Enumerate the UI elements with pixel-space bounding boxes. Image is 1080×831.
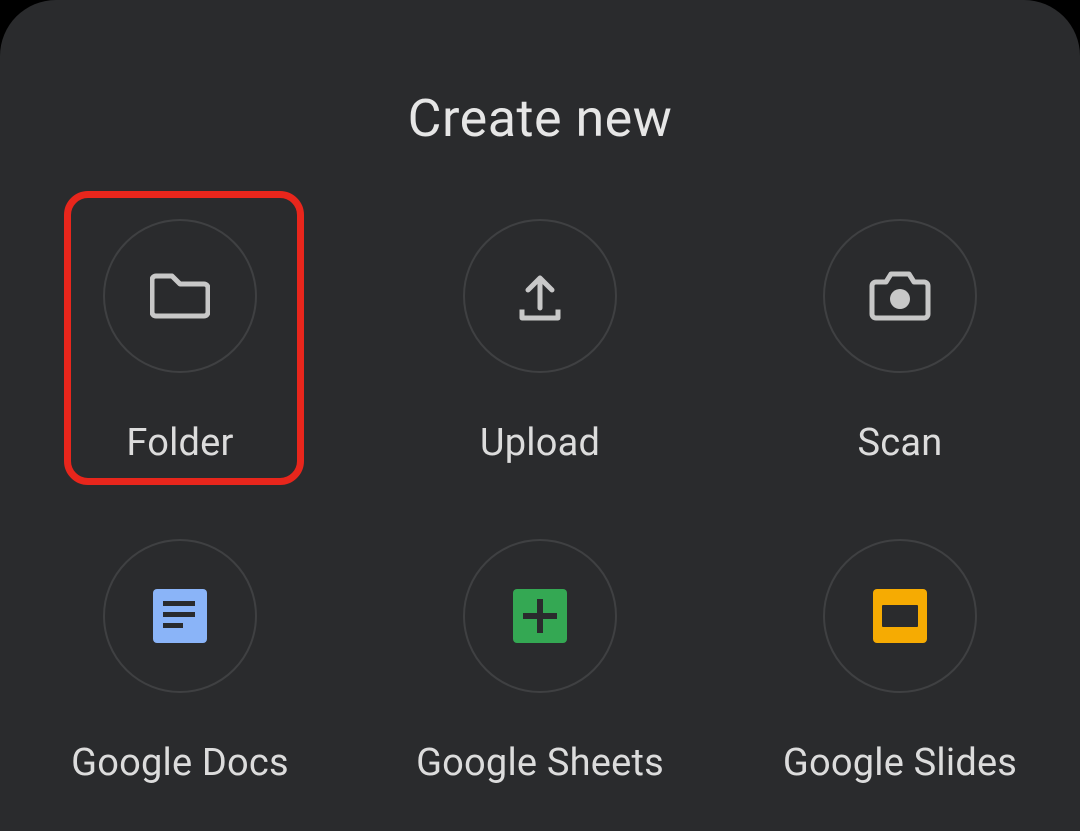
create-google-sheets-button[interactable]: Google Sheets <box>360 539 720 785</box>
folder-label: Folder <box>126 421 233 465</box>
create-upload-button[interactable]: Upload <box>360 219 720 465</box>
google-slides-label: Google Slides <box>783 741 1017 785</box>
create-folder-button[interactable]: Folder <box>0 219 360 465</box>
create-google-slides-button[interactable]: Google Slides <box>720 539 1080 785</box>
google-slides-icon <box>823 539 977 693</box>
create-scan-button[interactable]: Scan <box>720 219 1080 465</box>
folder-icon <box>103 219 257 373</box>
google-docs-label: Google Docs <box>71 741 289 785</box>
scan-label: Scan <box>858 421 943 465</box>
upload-label: Upload <box>480 421 600 465</box>
google-docs-icon <box>103 539 257 693</box>
upload-icon <box>463 219 617 373</box>
camera-icon <box>823 219 977 373</box>
create-new-sheet: Create new Folder Upload <box>0 0 1080 831</box>
create-google-docs-button[interactable]: Google Docs <box>0 539 360 785</box>
create-grid: Folder Upload Scan <box>0 149 1080 785</box>
google-sheets-icon <box>463 539 617 693</box>
sheet-title: Create new <box>0 88 1080 149</box>
google-sheets-label: Google Sheets <box>416 741 664 785</box>
